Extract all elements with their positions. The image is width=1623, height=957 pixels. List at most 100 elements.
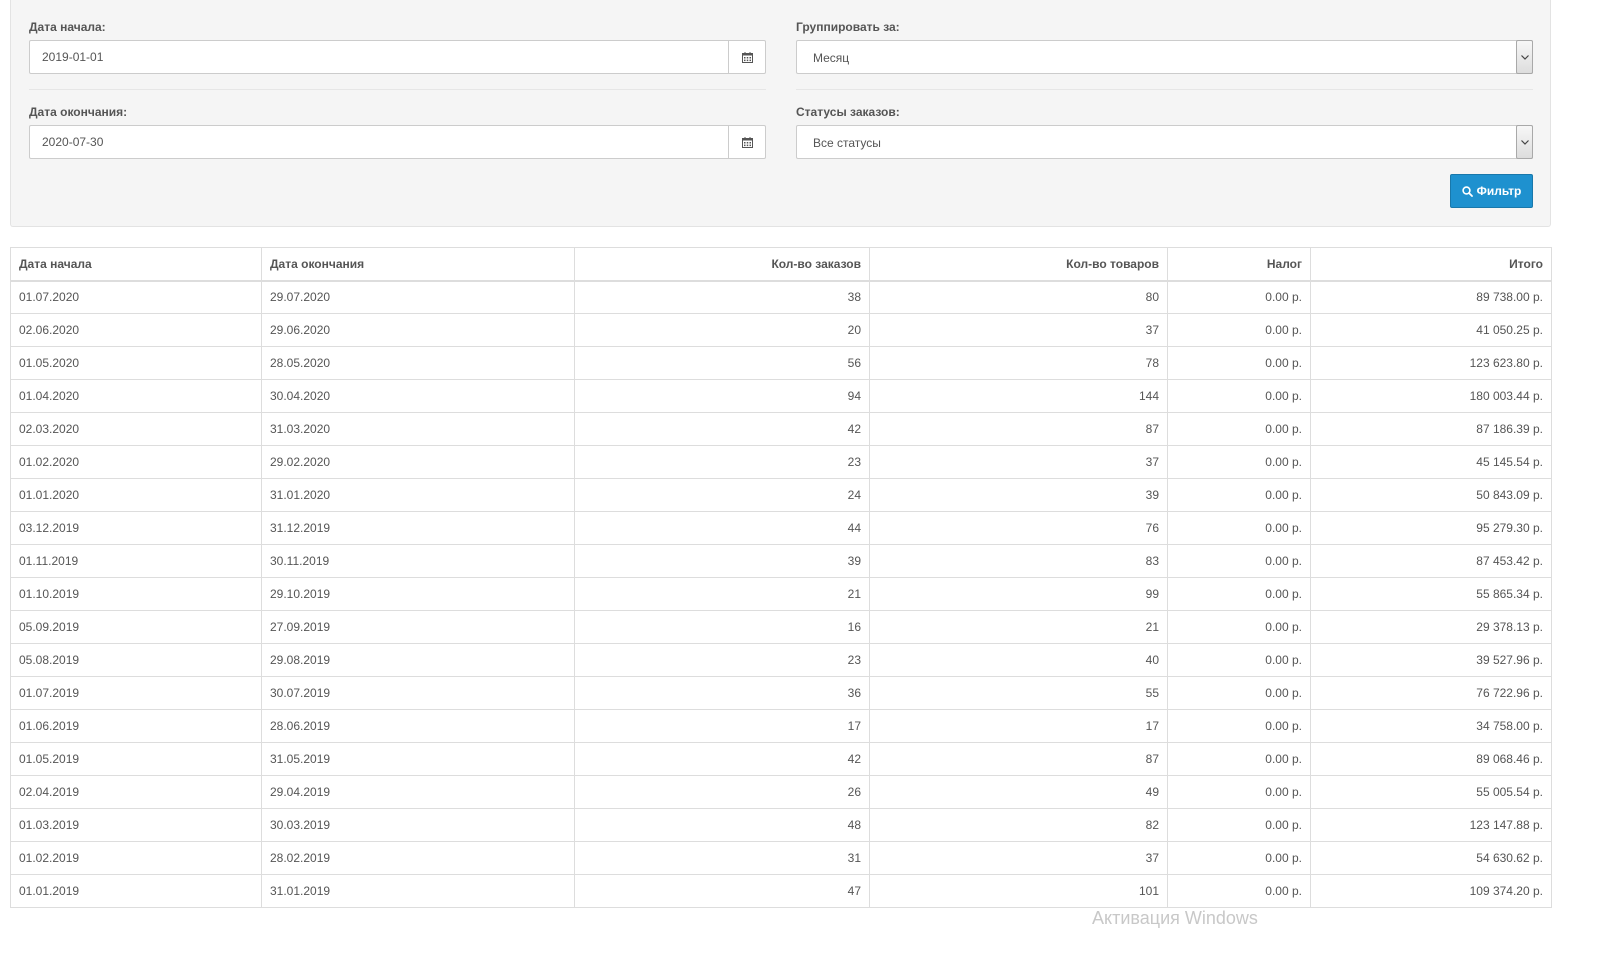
cell-product-count: 87 [869, 412, 1168, 446]
group-by-select[interactable]: Месяц [796, 40, 1533, 74]
cell-order-count: 47 [574, 874, 870, 908]
column-header-total: Итого [1310, 247, 1552, 282]
cell-order-count: 36 [574, 676, 870, 710]
start-date-input[interactable] [29, 40, 729, 74]
cell-tax: 0.00 р. [1167, 841, 1311, 875]
cell-total: 87 186.39 р. [1310, 412, 1552, 446]
table-row: 02.04.2019 29.04.2019 26 49 0.00 р. 55 005.54… [10, 775, 1552, 809]
group-by-dropdown-arrow[interactable] [1516, 40, 1533, 74]
cell-start-date: 01.10.2019 [10, 577, 262, 611]
table-row: 01.02.2019 28.02.2019 31 37 0.00 р. 54 630.62… [10, 841, 1552, 875]
table-row: 03.12.2019 31.12.2019 44 76 0.00 р. 95 279.30… [10, 511, 1552, 545]
cell-start-date: 01.07.2019 [10, 676, 262, 710]
cell-start-date: 01.05.2020 [10, 346, 262, 380]
cell-total: 45 145.54 р. [1310, 445, 1552, 479]
cell-order-count: 94 [574, 379, 870, 413]
table-row: 05.09.2019 27.09.2019 16 21 0.00 р. 29 378.13… [10, 610, 1552, 644]
column-header-end-date: Дата окончания [261, 247, 575, 282]
cell-end-date: 29.06.2020 [261, 313, 575, 347]
cell-tax: 0.00 р. [1167, 280, 1311, 314]
table-row: 01.05.2020 28.05.2020 56 78 0.00 р. 123 623.8… [10, 346, 1552, 380]
search-icon [1461, 185, 1473, 197]
end-date-input[interactable] [29, 125, 729, 159]
order-status-select[interactable]: Все статусы [796, 125, 1533, 159]
chevron-down-icon [1520, 139, 1529, 145]
table-row: 01.07.2019 30.07.2019 36 55 0.00 р. 76 722.96… [10, 676, 1552, 710]
cell-total: 50 843.09 р. [1310, 478, 1552, 512]
cell-end-date: 31.05.2019 [261, 742, 575, 776]
cell-product-count: 21 [869, 610, 1168, 644]
cell-tax: 0.00 р. [1167, 478, 1311, 512]
group-by-value: Месяц [813, 51, 850, 65]
cell-end-date: 27.09.2019 [261, 610, 575, 644]
cell-order-count: 21 [574, 577, 870, 611]
chevron-down-icon [1520, 54, 1529, 60]
cell-order-count: 26 [574, 775, 870, 809]
cell-end-date: 31.12.2019 [261, 511, 575, 545]
cell-order-count: 44 [574, 511, 870, 545]
table-header-row: Дата начала Дата окончания Кол-во заказо… [10, 247, 1552, 282]
cell-end-date: 28.02.2019 [261, 841, 575, 875]
cell-tax: 0.00 р. [1167, 709, 1311, 743]
cell-order-count: 20 [574, 313, 870, 347]
cell-order-count: 42 [574, 412, 870, 446]
table-row: 02.06.2020 29.06.2020 20 37 0.00 р. 41 050.25… [10, 313, 1552, 347]
cell-tax: 0.00 р. [1167, 313, 1311, 347]
cell-order-count: 42 [574, 742, 870, 776]
cell-product-count: 40 [869, 643, 1168, 677]
cell-product-count: 17 [869, 709, 1168, 743]
cell-end-date: 28.05.2020 [261, 346, 575, 380]
cell-end-date: 29.04.2019 [261, 775, 575, 809]
cell-tax: 0.00 р. [1167, 577, 1311, 611]
cell-order-count: 24 [574, 478, 870, 512]
end-date-label: Дата окончания: [29, 105, 128, 119]
cell-end-date: 29.08.2019 [261, 643, 575, 677]
start-date-input-group [29, 40, 766, 74]
column-header-start-date: Дата начала [10, 247, 262, 282]
cell-end-date: 30.11.2019 [261, 544, 575, 578]
order-status-dropdown-arrow[interactable] [1516, 125, 1533, 159]
start-date-calendar-button[interactable] [729, 40, 766, 74]
end-date-calendar-button[interactable] [729, 125, 766, 159]
cell-start-date: 01.01.2020 [10, 478, 262, 512]
column-header-tax: Налог [1167, 247, 1311, 282]
cell-product-count: 101 [869, 874, 1168, 908]
filter-button-label: Фильтр [1476, 184, 1522, 198]
cell-total: 123 623.80 р. [1310, 346, 1552, 380]
cell-order-count: 16 [574, 610, 870, 644]
cell-product-count: 87 [869, 742, 1168, 776]
cell-product-count: 76 [869, 511, 1168, 545]
cell-tax: 0.00 р. [1167, 742, 1311, 776]
cell-tax: 0.00 р. [1167, 445, 1311, 479]
cell-start-date: 01.04.2020 [10, 379, 262, 413]
cell-start-date: 01.01.2019 [10, 874, 262, 908]
cell-product-count: 37 [869, 313, 1168, 347]
cell-tax: 0.00 р. [1167, 874, 1311, 908]
cell-tax: 0.00 р. [1167, 775, 1311, 809]
cell-order-count: 31 [574, 841, 870, 875]
report-table: Дата начала Дата окончания Кол-во заказо… [10, 247, 1552, 908]
column-header-product-count: Кол-во товаров [869, 247, 1168, 282]
cell-end-date: 31.01.2019 [261, 874, 575, 908]
table-row: 01.02.2020 29.02.2020 23 37 0.00 р. 45 145.54… [10, 445, 1552, 479]
cell-total: 89 738.00 р. [1310, 280, 1552, 314]
table-row: 01.07.2020 29.07.2020 38 80 0.00 р. 89 738.00… [10, 280, 1552, 314]
windows-activation-watermark: Активация Windows [1092, 908, 1258, 928]
cell-total: 54 630.62 р. [1310, 841, 1552, 875]
order-status-value: Все статусы [813, 136, 881, 150]
order-status-label: Статусы заказов: [796, 105, 900, 119]
divider-left [29, 89, 766, 90]
column-header-order-count: Кол-во заказов [574, 247, 870, 282]
cell-product-count: 49 [869, 775, 1168, 809]
table-row: 01.06.2019 28.06.2019 17 17 0.00 р. 34 758.00… [10, 709, 1552, 743]
cell-order-count: 17 [574, 709, 870, 743]
cell-tax: 0.00 р. [1167, 346, 1311, 380]
end-date-input-group [29, 125, 766, 159]
cell-start-date: 02.04.2019 [10, 775, 262, 809]
table-row: 01.04.2020 30.04.2020 94 144 0.00 р. 180 003.… [10, 379, 1552, 413]
cell-total: 34 758.00 р. [1310, 709, 1552, 743]
cell-product-count: 83 [869, 544, 1168, 578]
cell-total: 87 453.42 р. [1310, 544, 1552, 578]
filter-button[interactable]: Фильтр [1450, 174, 1533, 208]
group-by-label: Группировать за: [796, 20, 900, 34]
